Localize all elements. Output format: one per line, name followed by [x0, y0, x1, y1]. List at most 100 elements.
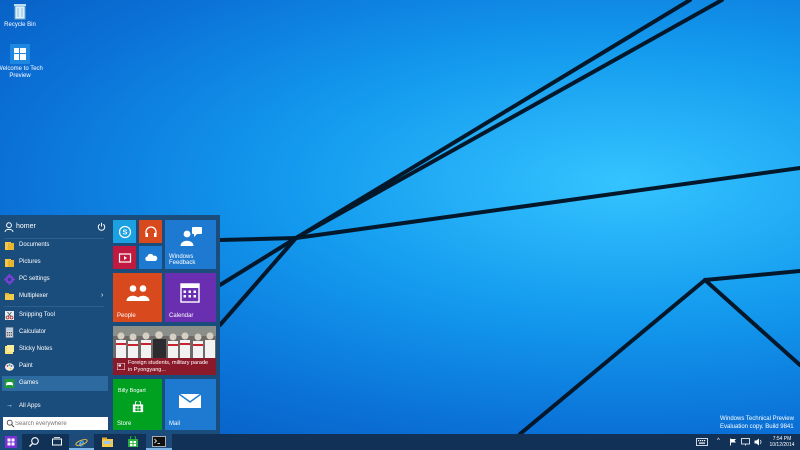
start-item-documents[interactable]: Documents: [2, 238, 108, 253]
system-tray: ^: [690, 434, 766, 450]
gamepad-icon: [4, 379, 15, 388]
taskbar-clock[interactable]: 7:54 PM 10/12/2014: [768, 436, 796, 448]
tile-video[interactable]: [113, 246, 136, 269]
desktop-icon-recycle-bin[interactable]: Recycle Bin: [0, 2, 40, 29]
tile-label: Mail: [169, 421, 181, 427]
tile-windows-feedback[interactable]: Windows Feedback: [165, 220, 216, 269]
calendar-icon: [180, 283, 200, 303]
all-apps-label: All Apps: [19, 403, 41, 409]
volume-icon[interactable]: [754, 438, 763, 446]
taskbar-command-prompt[interactable]: [146, 434, 172, 450]
tile-mail[interactable]: Mail: [165, 379, 216, 430]
taskbar-internet-explorer[interactable]: e: [69, 434, 94, 450]
tile-onedrive[interactable]: [139, 246, 162, 269]
start-item-calculator[interactable]: Calculator: [2, 325, 108, 340]
start-item-pictures[interactable]: Pictures: [2, 255, 108, 270]
clock-date: 10/12/2014: [769, 442, 795, 448]
search-icon: [6, 419, 15, 428]
user-account[interactable]: homer: [0, 218, 110, 236]
windows-start-icon: [5, 436, 17, 448]
keyboard-icon[interactable]: [696, 438, 708, 446]
start-item-multiplexer[interactable]: Multiplexer ›: [2, 289, 108, 304]
tile-news[interactable]: Foreign students, military parade in Pyo…: [113, 326, 216, 375]
headphones-icon: [144, 225, 157, 237]
desktop-icon-label: Recycle Bin: [4, 22, 36, 28]
desktop-icon-welcome[interactable]: Welcome to Tech Preview: [0, 44, 43, 80]
mail-envelope-icon: [178, 393, 202, 408]
sticky-note-icon: [5, 345, 14, 354]
skype-icon: S: [118, 225, 131, 238]
tile-people[interactable]: People: [113, 273, 162, 322]
start-item-label: Multiplexer: [19, 293, 49, 299]
start-item-label: Snipping Tool: [19, 312, 55, 318]
calculator-icon: [5, 327, 14, 338]
start-item-games[interactable]: Games: [2, 376, 108, 391]
power-icon[interactable]: [97, 222, 106, 231]
all-apps-button[interactable]: → All Apps: [2, 399, 108, 414]
folder-icon: [5, 242, 14, 250]
start-item-label: Sticky Notes: [19, 346, 53, 352]
user-avatar-icon: [4, 222, 14, 232]
taskbar: e ^ 7:54 PM 10/12/2014: [0, 434, 800, 450]
submenu-arrow-icon: ›: [101, 292, 104, 299]
watermark-line2: Evaluation copy. Build 9841: [720, 424, 794, 430]
tile-label: Store: [117, 421, 132, 427]
start-item-label: Games: [19, 380, 39, 386]
start-item-label: Documents: [19, 242, 50, 248]
taskbar-file-explorer[interactable]: [96, 434, 118, 450]
taskbar-store[interactable]: [122, 434, 144, 450]
taskbar-search-button[interactable]: [23, 434, 45, 450]
feedback-person-icon: [180, 227, 202, 246]
divider: [4, 306, 104, 307]
start-item-sticky-notes[interactable]: Sticky Notes: [2, 342, 108, 357]
folder-icon: [5, 259, 14, 267]
news-photo: [113, 326, 216, 358]
video-icon: [118, 252, 131, 263]
start-item-snipping-tool[interactable]: Snipping Tool: [2, 308, 108, 323]
store-bag-icon: [132, 401, 144, 413]
start-item-label: Pictures: [19, 259, 41, 265]
start-item-paint[interactable]: Paint: [2, 359, 108, 374]
start-search-box[interactable]: [3, 417, 108, 430]
search-input[interactable]: [15, 418, 105, 429]
start-item-label: Calculator: [19, 329, 47, 335]
start-item-label: PC settings: [19, 276, 50, 282]
evaluation-watermark: Windows Technical Preview Evaluation cop…: [720, 415, 800, 431]
paint-icon: [5, 363, 14, 371]
gear-icon: [4, 274, 15, 285]
store-top-text: Billy Bogart: [118, 388, 146, 394]
tile-calendar[interactable]: Calendar: [165, 273, 216, 322]
svg-text:e: e: [79, 436, 85, 448]
command-prompt-icon: [152, 436, 166, 447]
svg-text:S: S: [122, 227, 127, 236]
start-item-pc-settings[interactable]: PC settings: [2, 272, 108, 287]
task-view-icon: [52, 437, 62, 446]
scissors-icon: [5, 311, 14, 320]
start-button[interactable]: [0, 434, 22, 450]
tile-music[interactable]: [139, 220, 162, 243]
tile-label: People: [117, 313, 136, 319]
file-explorer-icon: [102, 437, 113, 447]
task-view-button[interactable]: [46, 434, 68, 450]
user-name: homer: [16, 223, 36, 230]
start-item-label: Paint: [19, 363, 33, 369]
news-icon: [117, 363, 125, 370]
news-headline: Foreign students, military parade in Pyo…: [128, 360, 209, 373]
folder-icon: [5, 293, 14, 300]
tile-label: Windows Feedback: [169, 254, 196, 266]
cloud-icon: [144, 253, 157, 261]
internet-explorer-icon: e: [75, 436, 88, 448]
windows-logo-icon: [10, 44, 30, 64]
tile-skype[interactable]: S: [113, 220, 136, 243]
tile-label: Calendar: [169, 313, 194, 319]
arrow-right-icon: →: [6, 402, 13, 409]
desktop-icon-label: Welcome to Tech Preview: [0, 66, 43, 79]
start-menu: homer Documents Pictures PC settings Mul…: [0, 215, 220, 434]
network-icon[interactable]: [741, 438, 750, 446]
start-menu-left-pane: homer Documents Pictures PC settings Mul…: [0, 215, 110, 434]
tile-store[interactable]: Billy Bogart Store: [113, 379, 162, 430]
recycle-bin-icon: [14, 4, 26, 20]
people-icon: [126, 285, 150, 301]
tray-chevron-icon[interactable]: ^: [717, 438, 720, 444]
action-flag-icon[interactable]: [729, 438, 737, 446]
